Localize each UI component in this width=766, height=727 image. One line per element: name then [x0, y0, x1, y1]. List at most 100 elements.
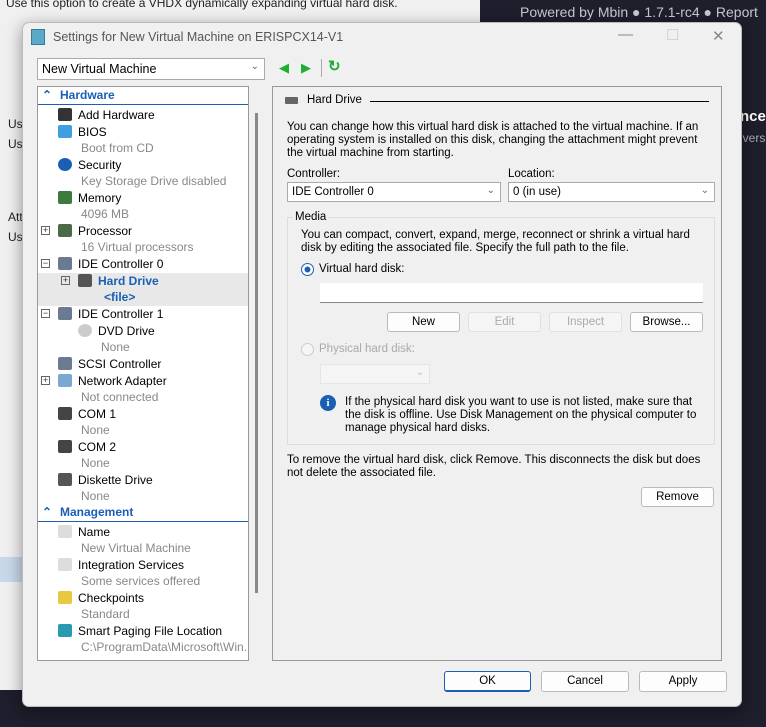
tree-item-ide-controller-1[interactable]: − IDE Controller 1: [38, 306, 248, 323]
tree-item-network-adapter[interactable]: + Network Adapter Not connected: [38, 373, 248, 406]
shield-icon: [58, 158, 72, 171]
expand-icon[interactable]: +: [41, 226, 50, 235]
vm-selector[interactable]: New Virtual Machine ⌄: [37, 58, 265, 80]
back-arrow-icon[interactable]: ◀: [279, 60, 289, 76]
virtual-hard-disk-radio[interactable]: [301, 263, 314, 276]
tree-item-label: Memory: [78, 191, 122, 205]
virtual-hard-disk-path-input[interactable]: [320, 283, 703, 303]
background-text: Att: [8, 210, 23, 224]
window-title: Settings for New Virtual Machine on ERIS…: [53, 30, 344, 44]
tree-item-diskette-drive[interactable]: Diskette Drive None: [38, 472, 248, 505]
chevron-down-icon: ⌄: [415, 367, 424, 378]
tree-item-checkpoints[interactable]: Checkpoints Standard: [38, 590, 248, 623]
refresh-icon[interactable]: ↻: [328, 57, 341, 75]
background-text: Us: [8, 137, 23, 151]
background-selection: [0, 557, 22, 582]
collapse-chevron-icon[interactable]: ⌃: [42, 88, 52, 102]
tree-item-com-1[interactable]: COM 1 None: [38, 406, 248, 439]
controller-icon: [58, 307, 72, 320]
minimize-button[interactable]: —: [618, 26, 633, 43]
processor-icon: [58, 224, 72, 237]
tree-item-name[interactable]: Name New Virtual Machine: [38, 524, 248, 557]
tree-item-subtext: 16 Virtual processors: [81, 240, 194, 254]
controller-label: Controller:: [287, 168, 341, 180]
tree-item-memory[interactable]: Memory 4096 MB: [38, 190, 248, 223]
tree-item-subtext: Key Storage Drive disabled: [81, 174, 227, 188]
tree-item-label: COM 1: [78, 407, 117, 421]
maximize-button[interactable]: ☐: [666, 26, 679, 44]
scsi-controller-icon: [58, 357, 72, 370]
section-management[interactable]: ⌃ Management: [38, 505, 248, 522]
intro-text: You can change how this virtual hard dis…: [287, 121, 699, 159]
floppy-icon: [58, 473, 72, 486]
location-label: Location:: [508, 168, 555, 180]
physical-hard-disk-radio[interactable]: [301, 343, 314, 356]
tree-item-com-2[interactable]: COM 2 None: [38, 439, 248, 472]
heading-rule: [370, 101, 709, 102]
tree-item-dvd-drive[interactable]: DVD Drive None: [38, 323, 248, 356]
tree-item-smart-paging-file-location[interactable]: Smart Paging File Location C:\ProgramData…: [38, 623, 248, 656]
tree-item-label: Network Adapter: [78, 374, 167, 388]
background-text: Us: [8, 117, 23, 131]
tree-item-subtext: Some services offered: [81, 574, 201, 588]
media-label: Media: [293, 211, 329, 224]
tree-item-label: Security: [78, 158, 122, 172]
tree-item-label: IDE Controller 0: [78, 257, 164, 271]
tree-item-processor[interactable]: + Processor 16 Virtual processors: [38, 223, 248, 256]
forward-arrow-icon[interactable]: ▶: [301, 60, 311, 76]
tree-item-hard-drive[interactable]: + Hard Drive <file>: [38, 273, 248, 306]
apply-button[interactable]: Apply: [639, 671, 727, 692]
tree-item-label: Integration Services: [78, 558, 185, 572]
checkpoint-icon: [58, 591, 72, 604]
monitor-icon: [58, 125, 72, 138]
section-hardware[interactable]: ⌃ Hardware: [38, 88, 248, 105]
tree-item-ide-controller-0[interactable]: − IDE Controller 0: [38, 256, 248, 273]
section-label: Hardware: [60, 88, 115, 102]
section-label: Management: [60, 505, 134, 519]
location-select[interactable]: 0 (in use) ⌄: [508, 182, 715, 202]
dvd-icon: [78, 324, 92, 337]
name-icon: [58, 525, 72, 538]
collapse-icon[interactable]: −: [41, 259, 50, 268]
ok-button[interactable]: OK: [444, 671, 531, 692]
remove-button[interactable]: Remove: [641, 487, 714, 507]
location-value: 0 (in use): [513, 186, 561, 198]
tree-item-add-hardware[interactable]: Add Hardware: [38, 107, 248, 124]
close-button[interactable]: ✕: [712, 27, 725, 45]
serial-port-icon: [58, 407, 72, 420]
tree-item-scsi-controller[interactable]: SCSI Controller: [38, 356, 248, 373]
tree-item-label: Processor: [78, 224, 133, 238]
tree-item-label: Diskette Drive: [78, 473, 153, 487]
expand-icon[interactable]: +: [61, 276, 70, 285]
tree-item-subtext: Boot from CD: [81, 141, 154, 155]
collapse-icon[interactable]: −: [41, 309, 50, 318]
tree-item-security[interactable]: Security Key Storage Drive disabled: [38, 157, 248, 190]
collapse-chevron-icon[interactable]: ⌃: [42, 505, 52, 519]
physical-hard-disk-label: Physical hard disk:: [319, 343, 415, 355]
tree-scrollbar-thumb[interactable]: [255, 113, 258, 593]
tree-item-subtext: None: [81, 423, 110, 437]
controller-select[interactable]: IDE Controller 0 ⌄: [287, 182, 501, 202]
edit-button[interactable]: Edit: [468, 312, 541, 332]
inspect-button[interactable]: Inspect: [549, 312, 622, 332]
chevron-down-icon: ⌄: [250, 61, 259, 72]
tree-item-label: Checkpoints: [78, 591, 145, 605]
chevron-down-icon: ⌄: [700, 185, 709, 196]
remove-description: To remove the virtual hard disk, click R…: [287, 454, 701, 479]
browse-button[interactable]: Browse...: [630, 312, 703, 332]
physical-hard-disk-select[interactable]: ⌄: [320, 364, 430, 384]
info-text: If the physical hard disk you want to us…: [345, 396, 697, 434]
vm-selector-value: New Virtual Machine: [42, 62, 157, 76]
tree-item-integration-services[interactable]: Integration Services Some services offere…: [38, 557, 248, 590]
memory-icon: [58, 191, 72, 204]
background-subtext: ivers: [740, 131, 766, 145]
expand-icon[interactable]: +: [41, 376, 50, 385]
panel-heading: Hard Drive: [307, 94, 362, 106]
settings-tree: ⌃ Hardware Add Hardware BIOS Boot from CD Sec…: [37, 86, 249, 661]
tree-item-bios[interactable]: BIOS Boot from CD: [38, 124, 248, 157]
cancel-button[interactable]: Cancel: [541, 671, 629, 692]
new-button[interactable]: New: [387, 312, 460, 332]
info-icon: i: [320, 395, 336, 411]
tree-item-subtext: <file>: [104, 290, 136, 304]
background-text: Use this option to create a VHDX dynamic…: [6, 0, 398, 10]
